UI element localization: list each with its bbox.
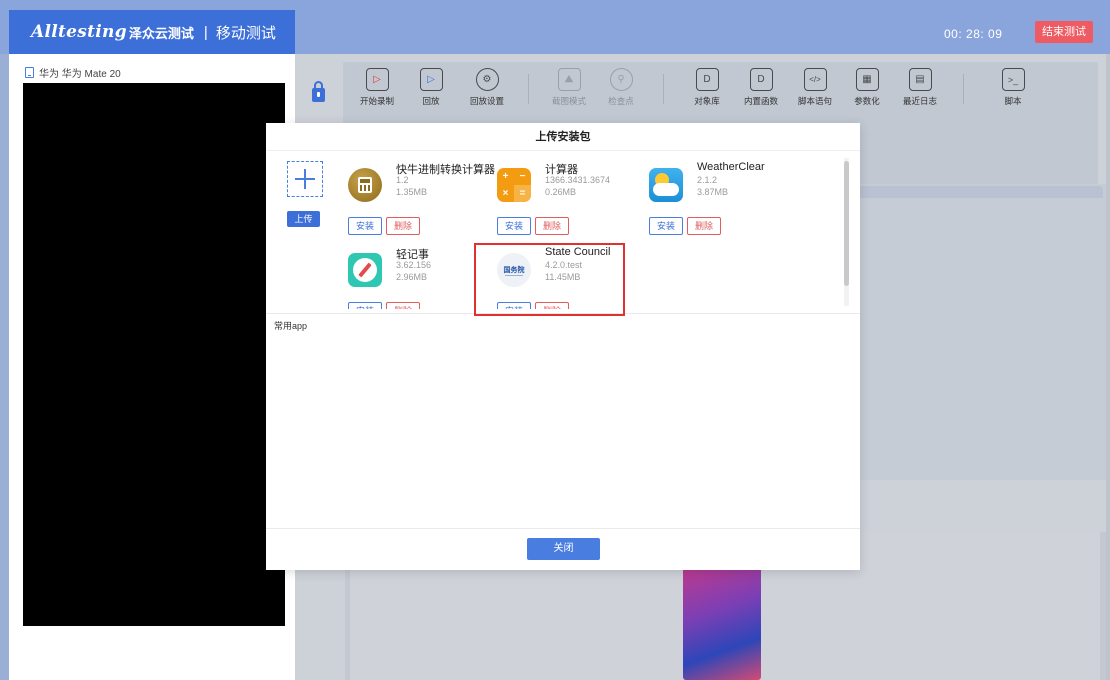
app-item: 快牛进制转换计算器 1.2 1.35MB 安装 删除 <box>348 161 495 235</box>
app-size: 0.26MB <box>545 187 577 197</box>
app-size: 1.35MB <box>396 187 428 197</box>
right-edge <box>1106 54 1110 680</box>
dialog-title: 上传安装包 <box>266 123 860 151</box>
delete-button[interactable]: 删除 <box>535 217 569 235</box>
notes-icon <box>348 253 382 287</box>
top-header: Alltesting 泽众云测试 | 移动测试 00: 28: 09 结束测试 <box>0 0 1110 54</box>
install-button[interactable]: 安装 <box>497 217 531 235</box>
lock-icon[interactable] <box>312 81 325 102</box>
terminal-icon: >_ <box>1001 68 1025 91</box>
device-screen[interactable] <box>23 83 285 626</box>
tool-recent-logs[interactable]: ▤ 最近日志 <box>894 68 946 107</box>
tool-checkpoint[interactable]: ⚲ 检查点 <box>595 68 647 107</box>
highlight-box <box>474 243 625 316</box>
tool-label: 脚本语句 <box>797 96 832 106</box>
grid-icon: ▦ <box>855 68 879 91</box>
session-timer: 00: 28: 09 <box>944 27 1003 41</box>
calendar-icon: ▤ <box>908 68 932 91</box>
tool-builtin-functions[interactable]: D 内置函数 <box>735 68 787 107</box>
delete-button[interactable]: 删除 <box>386 302 420 309</box>
tool-object-library[interactable]: D 对象库 <box>681 68 733 107</box>
checkpoint-icon: ⚲ <box>609 68 633 91</box>
tool-label: 参数化 <box>854 96 880 106</box>
upload-package-dialog: 上传安装包 上传 快牛进制转换计算器 1.2 1.35MB 安装 删除 + − ×… <box>266 123 860 570</box>
tool-label: 回放设置 <box>469 96 504 106</box>
tool-screenshot-mode[interactable]: ⛰ 截图模式 <box>543 68 595 107</box>
app-version: 1.2 <box>396 175 409 185</box>
app-size: 2.96MB <box>396 272 428 282</box>
app-version: 1366.3431.3674 <box>545 175 611 185</box>
image-icon: ⛰ <box>557 68 581 91</box>
document-icon: D <box>695 68 719 91</box>
phone-preview <box>683 566 761 680</box>
scrollbar-thumb[interactable] <box>844 161 849 286</box>
install-button[interactable]: 安装 <box>649 217 683 235</box>
install-button[interactable]: 安装 <box>348 302 382 309</box>
tool-playback-settings[interactable]: ⚙ 回放设置 <box>461 68 513 107</box>
delete-button[interactable]: 删除 <box>386 217 420 235</box>
brand-bar: Alltesting 泽众云测试 | 移动测试 <box>9 10 295 54</box>
common-apps-label: 常用app <box>274 321 308 331</box>
document-icon: D <box>749 68 773 91</box>
toolbar-divider <box>963 74 964 104</box>
close-button[interactable]: 关闭 <box>527 538 600 560</box>
brand-name: 泽众云测试 <box>128 25 194 41</box>
tool-parameterize[interactable]: ▦ 参数化 <box>841 68 893 107</box>
tool-script[interactable]: >_ 脚本 <box>987 68 1039 107</box>
calculator-gold-icon <box>348 168 382 202</box>
footer-divider <box>266 528 860 529</box>
tool-playback[interactable]: ▷ 回放 <box>405 68 457 107</box>
logo: Alltesting <box>31 22 127 42</box>
end-test-button[interactable]: 结束测试 <box>1035 21 1093 43</box>
tool-label: 对象库 <box>694 96 720 106</box>
app-item: + − × = 计算器 1366.3431.3674 0.26MB 安装 删除 <box>497 161 627 235</box>
record-icon: ▷ <box>365 68 389 91</box>
device-name: 华为 华为 Mate 20 <box>39 69 121 80</box>
app-version: 2.1.2 <box>697 175 718 185</box>
calculator-orange-icon: + − × = <box>497 168 531 202</box>
tool-label: 回放 <box>422 96 440 106</box>
delete-button[interactable]: 删除 <box>687 217 721 235</box>
tool-script-statements[interactable]: </> 脚本语句 <box>789 68 841 107</box>
phone-icon <box>25 67 34 78</box>
tool-label: 内置函数 <box>743 96 778 106</box>
tool-label: 检查点 <box>608 96 634 106</box>
app-item: 轻记事 3.62.156 2.96MB 安装 删除 <box>348 246 478 309</box>
gear-icon: ⚙ <box>475 68 499 91</box>
install-button[interactable]: 安装 <box>348 217 382 235</box>
device-label: 华为 华为 Mate 20 <box>25 65 121 80</box>
app-size: 3.87MB <box>697 187 729 197</box>
page-title: 移动测试 <box>215 24 276 42</box>
main-card-header <box>850 186 1103 198</box>
app-version: 3.62.156 <box>396 260 432 270</box>
app-name: WeatherClear <box>697 161 765 173</box>
app-name: 快牛进制转换计算器 <box>396 164 495 176</box>
device-panel: 华为 华为 Mate 20 <box>9 54 295 680</box>
tool-label: 截图模式 <box>551 96 586 106</box>
tool-start-record[interactable]: ▷ 开始录制 <box>351 68 403 107</box>
tool-label: 开始录制 <box>359 96 394 106</box>
playback-icon: ▷ <box>419 68 443 91</box>
toolbar-divider <box>528 74 529 104</box>
title-separator: | <box>203 23 208 41</box>
toolbar-divider <box>663 74 664 104</box>
code-icon: </> <box>803 68 827 91</box>
tool-label: 最近日志 <box>902 96 937 106</box>
weather-icon <box>649 168 683 202</box>
tool-label: 脚本 <box>1004 96 1022 106</box>
app-item: WeatherClear 2.1.2 3.87MB 安装 删除 <box>649 161 779 235</box>
left-edge <box>0 54 9 680</box>
